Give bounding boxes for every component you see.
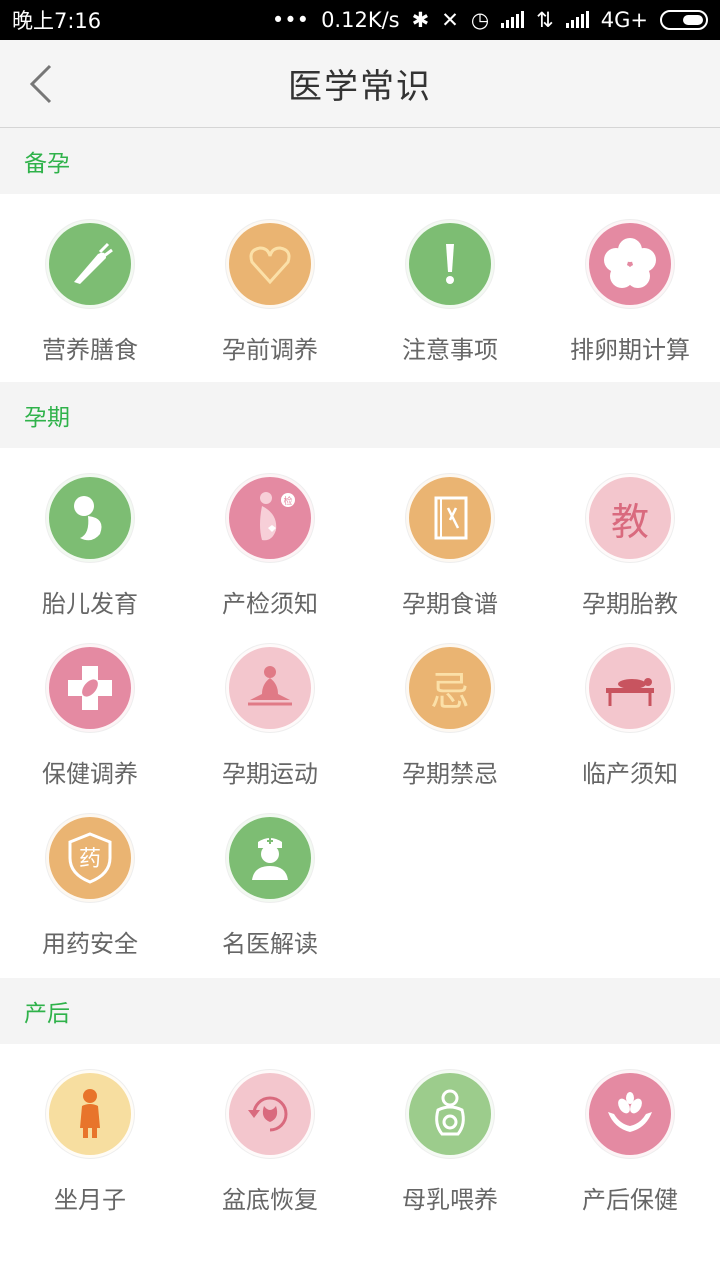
- heart-icon: [226, 220, 314, 308]
- care-hands-icon: [586, 1070, 674, 1158]
- signal-icon-2: [565, 11, 589, 28]
- mother-icon: [46, 1070, 134, 1158]
- status-bar: 晚上7:16 ••• 0.12K/s ✱ ✕ ◷ ⇅ 4G+: [0, 0, 720, 40]
- section-title: 孕期: [24, 405, 70, 431]
- item-labor-notices[interactable]: 临产须知: [540, 644, 720, 814]
- page-title: 医学常识: [288, 67, 432, 107]
- item-pelvic-recovery[interactable]: 盆底恢复: [180, 1070, 360, 1240]
- item-label: 胎儿发育: [42, 590, 138, 618]
- back-arrow-icon[interactable]: [24, 60, 64, 108]
- item-nutrition[interactable]: 营养膳食: [0, 220, 180, 390]
- pregnant-woman-icon: 检: [226, 474, 314, 562]
- item-label: 名医解读: [222, 930, 318, 958]
- item-postpartum-care[interactable]: 产后保健: [540, 1070, 720, 1240]
- item-label: 孕期运动: [222, 760, 318, 788]
- yoga-icon: [226, 644, 314, 732]
- battery-icon: [660, 10, 708, 30]
- network-type: 4G+: [600, 8, 648, 32]
- badge-text: 检: [283, 495, 292, 507]
- item-medication-safety[interactable]: 药 用药安全: [0, 814, 180, 984]
- item-label: 排卵期计算: [570, 336, 690, 364]
- icon-glyph: 忌: [430, 669, 470, 715]
- medical-cross-icon: [46, 644, 134, 732]
- icon-glyph: 教: [610, 499, 649, 544]
- item-label: 孕期胎教: [582, 590, 678, 618]
- education-icon: 教: [586, 474, 674, 562]
- item-pregnancy-taboos[interactable]: 忌 孕期禁忌: [360, 644, 540, 814]
- bluetooth-icon: ✱: [411, 8, 430, 32]
- section-title: 产后: [24, 1001, 70, 1027]
- item-ovulation-calc[interactable]: 排卵期计算: [540, 220, 720, 390]
- item-label: 营养膳食: [42, 336, 138, 364]
- mute-icon: ✕: [441, 8, 459, 32]
- item-fetal-development[interactable]: 胎儿发育: [0, 474, 180, 644]
- item-label: 坐月子: [54, 1186, 126, 1214]
- flower-icon: [586, 220, 674, 308]
- item-label: 保健调养: [42, 760, 138, 788]
- pelvic-recovery-icon: [226, 1070, 314, 1158]
- recipe-book-icon: [406, 474, 494, 562]
- item-prenatal-check[interactable]: 检 产检须知: [180, 474, 360, 644]
- item-label: 产后保健: [582, 1186, 678, 1214]
- signal-icon: [501, 11, 525, 28]
- medicine-shield-icon: 药: [46, 814, 134, 902]
- section-grid-preparation: 营养膳食 孕前调养 注意事项 排卵期计算: [0, 194, 720, 382]
- carrot-icon: [46, 220, 134, 308]
- item-label: 孕期食谱: [402, 590, 498, 618]
- item-pregnancy-exercise[interactable]: 孕期运动: [180, 644, 360, 814]
- taboo-icon: 忌: [406, 644, 494, 732]
- item-label: 临产须知: [582, 760, 678, 788]
- fetus-icon: [46, 474, 134, 562]
- section-header-preparation: 备孕: [0, 128, 720, 194]
- section-header-postpartum: 产后: [0, 978, 720, 1044]
- exclamation-icon: [406, 220, 494, 308]
- network-speed: 0.12K/s: [321, 8, 400, 32]
- alarm-icon: ◷: [470, 8, 490, 32]
- icon-glyph: 药: [79, 847, 101, 872]
- item-breastfeeding[interactable]: 母乳喂养: [360, 1070, 540, 1240]
- more-dots: •••: [271, 8, 310, 32]
- item-notices[interactable]: 注意事项: [360, 220, 540, 390]
- item-pregnancy-recipes[interactable]: 孕期食谱: [360, 474, 540, 644]
- item-health-care[interactable]: 保健调养: [0, 644, 180, 814]
- section-header-pregnancy: 孕期: [0, 382, 720, 448]
- breastfeeding-icon: [406, 1070, 494, 1158]
- item-label: 注意事项: [402, 336, 498, 364]
- doctor-icon: [226, 814, 314, 902]
- status-time: 晚上7:16: [12, 9, 102, 33]
- section-grid-postpartum: 坐月子 盆底恢复 母乳喂养 产后保健: [0, 1044, 720, 1279]
- data-transfer-icon: ⇅: [536, 8, 554, 32]
- item-label: 孕期禁忌: [402, 760, 498, 788]
- status-icons: ••• 0.12K/s ✱ ✕ ◷ ⇅ 4G+: [272, 8, 708, 32]
- item-pre-pregnancy-care[interactable]: 孕前调养: [180, 220, 360, 390]
- section-grid-pregnancy: 胎儿发育 检 产检须知 孕期食谱 教 孕期胎教 保健调养 孕期运动 忌 孕期禁忌: [0, 448, 720, 978]
- nav-bar: 医学常识: [0, 40, 720, 128]
- item-label: 母乳喂养: [402, 1186, 498, 1214]
- item-label: 盆底恢复: [222, 1186, 318, 1214]
- item-confinement[interactable]: 坐月子: [0, 1070, 180, 1240]
- item-label: 产检须知: [222, 590, 318, 618]
- item-label: 孕前调养: [222, 336, 318, 364]
- item-label: 用药安全: [42, 930, 138, 958]
- item-doctor-interpretation[interactable]: 名医解读: [180, 814, 360, 984]
- section-title: 备孕: [24, 151, 70, 177]
- item-prenatal-education[interactable]: 教 孕期胎教: [540, 474, 720, 644]
- delivery-bed-icon: [586, 644, 674, 732]
